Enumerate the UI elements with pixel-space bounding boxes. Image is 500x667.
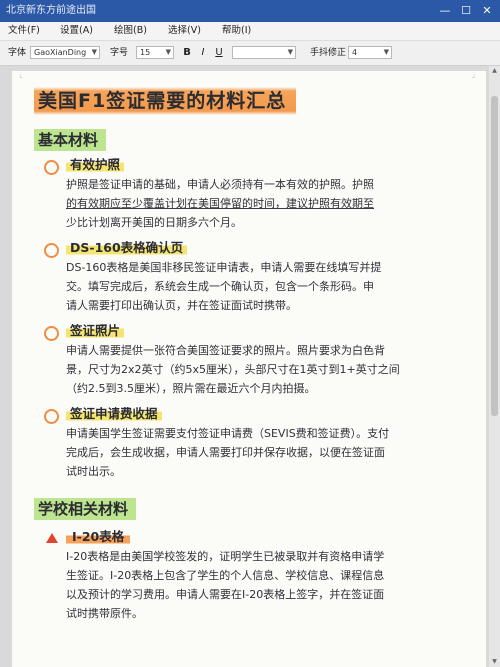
size-select[interactable]: 15 ▼ <box>136 46 174 59</box>
chevron-down-icon: ▼ <box>165 48 171 56</box>
menu-help[interactable]: 帮助(I) <box>222 24 251 38</box>
text-line: 护照是签证申请的基础，申请人必须持有一本有效的护照。护照 <box>66 178 374 191</box>
maximize-button[interactable]: ☐ <box>458 3 474 19</box>
font-label: 字体 <box>8 48 27 58</box>
document-workspace: └ ┘ 美国F1签证需要的材料汇总 基本材料 有效护照 护照是签证申请的基础，申… <box>0 66 500 667</box>
bold-button[interactable]: B <box>180 46 194 60</box>
text-line: 的有效期应至少覆盖计划在美国停留的时间，建议护照有效期至 <box>66 194 486 213</box>
bullet-circle-icon <box>44 160 59 175</box>
text-line: （约2.5到3.5厘米），照片需在最近六个月内拍摄。 <box>66 382 316 395</box>
correction-select-value: 4 <box>352 48 358 57</box>
text-line: 景，尺寸为2x2英寸（约5x5厘米），头部尺寸在1英寸到1+英寸之间 <box>66 363 400 376</box>
text-line: 以及预计的学习费用。申请人需要在I-20表格上签字，并在签证面 <box>66 588 385 601</box>
menu-draw[interactable]: 绘图(B) <box>114 24 147 38</box>
font-select[interactable]: GaoXianDing ▼ <box>30 46 100 59</box>
vertical-scrollbar[interactable]: ▲ ▼ <box>489 66 500 667</box>
correction-label: 手抖修正 <box>310 48 347 58</box>
document-page[interactable]: └ ┘ 美国F1签证需要的材料汇总 基本材料 有效护照 护照是签证申请的基础，申… <box>12 71 486 667</box>
title-bar: 北京新东方前途出国 — ☐ ✕ <box>0 0 500 22</box>
text-line: 生签证。I-20表格上包含了学生的个人信息、学校信息、课程信息 <box>66 569 385 582</box>
section-basic-materials: 基本材料 <box>34 129 107 151</box>
text-line: 试时出示。 <box>66 465 121 478</box>
text-line: 少比计划离开美国的日期多六个月。 <box>66 216 242 229</box>
text-line: 申请人需要提供一张符合美国签证要求的照片。照片要求为白色背 <box>66 344 385 357</box>
text-line: 的有效期应至少覆盖计划在美国停留的时间，建议护照有效期至 <box>66 197 374 210</box>
scroll-up-icon[interactable]: ▲ <box>489 66 500 76</box>
bullet-circle-icon <box>44 243 59 258</box>
scroll-thumb[interactable] <box>491 96 498 416</box>
scroll-down-icon[interactable]: ▼ <box>489 657 500 667</box>
item-heading-i20: I-20表格 <box>66 529 131 545</box>
item-body-i20: I-20表格是由美国学校签发的，证明学生已被录取并有资格申请学 生签证。I-20… <box>66 547 486 623</box>
size-select-value: 15 <box>140 48 151 57</box>
item-heading-fee-receipt: 签证申请费收据 <box>66 406 162 422</box>
window-title: 北京新东方前途出国 <box>6 5 96 16</box>
underline-button[interactable]: U <box>212 46 226 60</box>
item-body-passport: 护照是签证申请的基础，申请人必须持有一本有效的护照。护照 的有效期应至少覆盖计划… <box>66 175 486 232</box>
bullet-triangle-icon <box>46 533 58 543</box>
close-button[interactable]: ✕ <box>479 3 495 19</box>
chevron-down-icon: ▼ <box>287 48 293 56</box>
style-select[interactable]: ▼ <box>232 46 296 59</box>
text-line: DS-160表格是美国非移民签证申请表，申请人需要在线填写并提 <box>66 261 382 274</box>
bullet-circle-icon <box>44 409 59 424</box>
menu-file[interactable]: 文件(F) <box>8 24 40 38</box>
section-school-materials: 学校相关材料 <box>34 498 137 520</box>
text-line: 完成后，会生成收据，申请人需要打印并保存收据，以便在签证面 <box>66 446 385 459</box>
italic-button[interactable]: I <box>196 46 210 60</box>
item-body-photo: 申请人需要提供一张符合美国签证要求的照片。照片要求为白色背 景，尺寸为2x2英寸… <box>66 341 486 398</box>
document-title: 美国F1签证需要的材料汇总 <box>34 87 297 115</box>
text-line: 交。填写完成后，系统会生成一个确认页，包含一个条形码。申 <box>66 280 374 293</box>
text-line: 试时携带原件。 <box>66 607 143 620</box>
item-body-fee-receipt: 申请美国学生签证需要支付签证申请费（SEVIS费和签证费）。支付 完成后，会生成… <box>66 424 486 481</box>
chevron-down-icon: ▼ <box>383 48 389 56</box>
text-line: 请人需要打印出确认页，并在签证面试时携带。 <box>66 299 297 312</box>
font-select-value: GaoXianDing <box>34 48 87 57</box>
menu-select[interactable]: 选择(V) <box>168 24 201 38</box>
item-heading-ds160: DS-160表格确认页 <box>66 240 188 256</box>
corner-mark: └ <box>18 74 23 82</box>
chevron-down-icon: ▼ <box>91 48 97 56</box>
text-line: 申请美国学生签证需要支付签证申请费（SEVIS费和签证费）。支付 <box>66 427 390 440</box>
text-line: I-20表格是由美国学校签发的，证明学生已被录取并有资格申请学 <box>66 550 385 563</box>
size-label: 字号 <box>110 48 129 58</box>
minimize-button[interactable]: — <box>437 3 453 19</box>
menu-settings[interactable]: 设置(A) <box>60 24 93 38</box>
bullet-circle-icon <box>44 326 59 341</box>
format-toolbar: 字体 GaoXianDing ▼ 字号 15 ▼ B I U ▼ 手抖修正 4 … <box>0 41 500 66</box>
item-body-ds160: DS-160表格是美国非移民签证申请表，申请人需要在线填写并提 交。填写完成后，… <box>66 258 486 315</box>
menu-bar: 文件(F) 设置(A) 绘图(B) 选择(V) 帮助(I) <box>0 22 500 41</box>
corner-mark: ┘ <box>472 74 477 82</box>
item-heading-passport: 有效护照 <box>66 157 125 173</box>
item-heading-photo: 签证照片 <box>66 323 125 339</box>
correction-select[interactable]: 4 ▼ <box>348 46 392 59</box>
